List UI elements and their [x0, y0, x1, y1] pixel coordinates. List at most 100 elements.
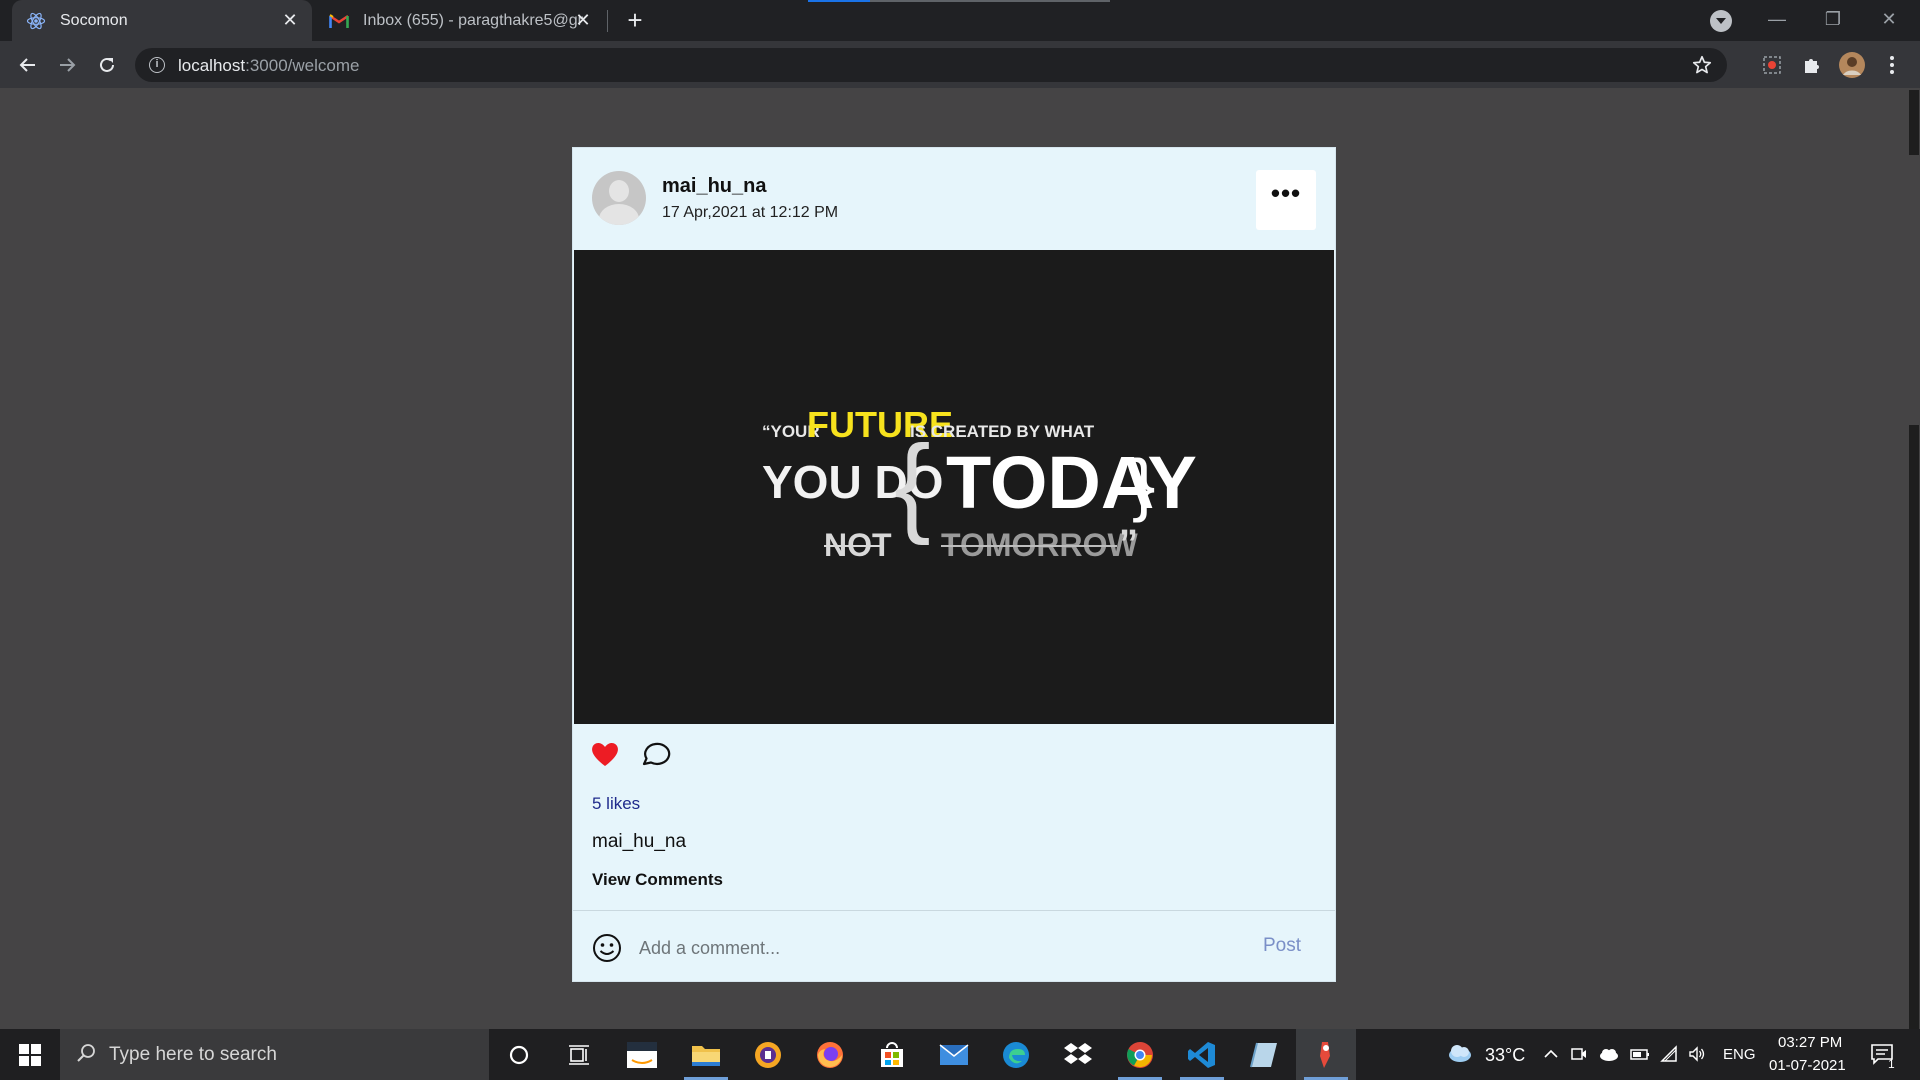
back-button[interactable]	[12, 49, 44, 81]
taskbar-chrome[interactable]	[1110, 1029, 1170, 1080]
bookmark-star-icon[interactable]	[1691, 54, 1713, 76]
taskbar-mail[interactable]	[924, 1029, 984, 1080]
taskbar-brave-app[interactable]	[738, 1029, 798, 1080]
tab-title: Socomon	[60, 11, 128, 29]
snip-icon	[1320, 1041, 1330, 1068]
profile-avatar-icon	[1839, 52, 1865, 78]
clock-time[interactable]: 03:27 PM	[1778, 1034, 1842, 1051]
start-button[interactable]	[0, 1029, 60, 1080]
vscode-icon	[1188, 1041, 1215, 1068]
battery-icon	[1630, 1049, 1649, 1060]
avatar-body-shape	[599, 204, 639, 225]
clock-date[interactable]: 01-07-2021	[1769, 1057, 1846, 1074]
taskbar-file-explorer[interactable]	[676, 1029, 736, 1080]
browser-toolbar: i localhost:3000/welcome	[0, 41, 1920, 88]
firefox-icon	[817, 1041, 843, 1068]
avatar[interactable]	[592, 171, 646, 225]
taskbar-notes-app[interactable]	[1234, 1029, 1294, 1080]
store-bag-icon	[881, 1041, 903, 1067]
like-button[interactable]	[589, 738, 621, 770]
chrome-icon	[1127, 1041, 1153, 1068]
meet-now-icon	[1571, 1048, 1586, 1060]
post-actions	[573, 724, 1335, 784]
tab-search-button[interactable]	[1710, 10, 1732, 32]
taskbar-amazon-app[interactable]	[612, 1029, 672, 1080]
post-image: “YOUR FUTURE IS CREATED BY WHAT YOU DO {…	[574, 250, 1334, 724]
taskbar-edge[interactable]	[986, 1029, 1046, 1080]
smiley-icon	[593, 934, 621, 962]
input-language[interactable]: ENG	[1723, 1046, 1756, 1063]
avatar-head-shape	[609, 180, 629, 202]
likes-count-link[interactable]: 5 likes	[592, 794, 640, 814]
url-text[interactable]: localhost:3000/welcome	[178, 56, 359, 76]
post-timestamp: 17 Apr,2021 at 12:12 PM	[662, 204, 839, 221]
post-username[interactable]: mai_hu_na	[662, 175, 766, 198]
taskbar-search-box[interactable]: Type here to search	[60, 1029, 489, 1080]
scrollbar-thumb[interactable]	[1909, 425, 1919, 1029]
wifi-icon	[1660, 1045, 1677, 1062]
close-tab-icon[interactable]: ✕	[573, 10, 593, 30]
taskbar-firefox[interactable]	[800, 1029, 860, 1080]
more-options-button[interactable]: •••	[1256, 170, 1316, 230]
chevron-up-icon	[1544, 1049, 1558, 1058]
quote-today: TODAY	[946, 441, 1197, 524]
react-icon	[26, 11, 46, 31]
search-icon	[77, 1044, 95, 1062]
taskbar-snipping-tool[interactable]	[1296, 1029, 1356, 1080]
notification-count-badge: 1	[1888, 1057, 1895, 1071]
record-icon	[1763, 56, 1781, 74]
restore-button[interactable]: ❐	[1810, 4, 1856, 34]
view-comments-link[interactable]: View Comments	[592, 870, 723, 890]
tab-socomon[interactable]: Socomon ✕	[12, 0, 312, 41]
weather-temperature[interactable]: 33°C	[1485, 1045, 1525, 1066]
post-card: mai_hu_na 17 Apr,2021 at 12:12 PM ••• “Y…	[572, 147, 1336, 982]
heart-filled-icon	[592, 743, 618, 766]
close-window-button[interactable]: ✕	[1866, 4, 1912, 34]
task-view-button[interactable]	[549, 1029, 609, 1080]
quote-close-mark: ”	[1119, 523, 1138, 565]
comment-button[interactable]	[639, 738, 671, 770]
site-info-icon[interactable]: i	[149, 57, 165, 73]
browser-menu-button[interactable]	[1876, 49, 1908, 81]
address-bar[interactable]: i localhost:3000/welcome	[135, 48, 1727, 82]
scrollbar-thumb-upper[interactable]	[1909, 90, 1919, 155]
reload-button[interactable]	[91, 49, 123, 81]
folder-icon	[692, 1045, 720, 1066]
profile-button[interactable]	[1836, 49, 1868, 81]
tab-strip-edge	[870, 0, 1110, 2]
new-tab-button[interactable]: +	[622, 7, 648, 34]
post-comment-button[interactable]: Post	[1263, 935, 1301, 957]
quote-close-brace: }	[1132, 445, 1155, 523]
volume-icon	[1689, 1046, 1705, 1062]
quote-open-brace: {	[894, 423, 931, 546]
weather-cloud-icon	[1449, 1045, 1471, 1062]
gmail-icon	[329, 11, 349, 31]
notes-icon	[1250, 1042, 1277, 1067]
tab-gmail-inbox[interactable]: Inbox (655) - paragthakre5@gmail.com ✕	[315, 0, 605, 41]
taskbar-ms-store[interactable]	[862, 1029, 922, 1080]
taskbar-dropbox[interactable]	[1048, 1029, 1108, 1080]
windows-taskbar: Type here to search 33°C ENG 03:27 PM 01…	[0, 1029, 1920, 1080]
url-path: :3000/welcome	[245, 56, 360, 75]
search-placeholder: Type here to search	[109, 1044, 277, 1065]
caption-username[interactable]: mai_hu_na	[592, 831, 686, 853]
screen-recorder-extension[interactable]	[1756, 49, 1788, 81]
tab-title: Inbox (655) - paragthakre5@gmail.com	[363, 11, 583, 29]
extensions-button[interactable]	[1796, 49, 1828, 81]
comment-divider	[573, 910, 1335, 911]
emoji-picker-button[interactable]	[591, 932, 623, 964]
taskbar-vscode[interactable]	[1172, 1029, 1232, 1080]
puzzle-piece-icon	[1805, 59, 1819, 73]
comment-input[interactable]	[639, 931, 1219, 965]
amazon-icon	[627, 1041, 657, 1068]
browser-tab-strip: Socomon ✕ Inbox (655) - paragthakre5@gma…	[0, 0, 1920, 41]
cortana-circle-icon	[509, 1045, 529, 1064]
onedrive-cloud-icon	[1600, 1049, 1618, 1061]
task-view-icon	[569, 1044, 589, 1065]
forward-button[interactable]	[51, 49, 83, 81]
mail-envelope-icon	[939, 1043, 969, 1065]
close-tab-icon[interactable]: ✕	[280, 10, 300, 30]
system-tray: 33°C ENG 03:27 PM 01-07-2021 1	[1440, 1029, 1920, 1080]
cortana-button[interactable]	[489, 1029, 549, 1080]
minimize-button[interactable]: —	[1754, 4, 1800, 34]
